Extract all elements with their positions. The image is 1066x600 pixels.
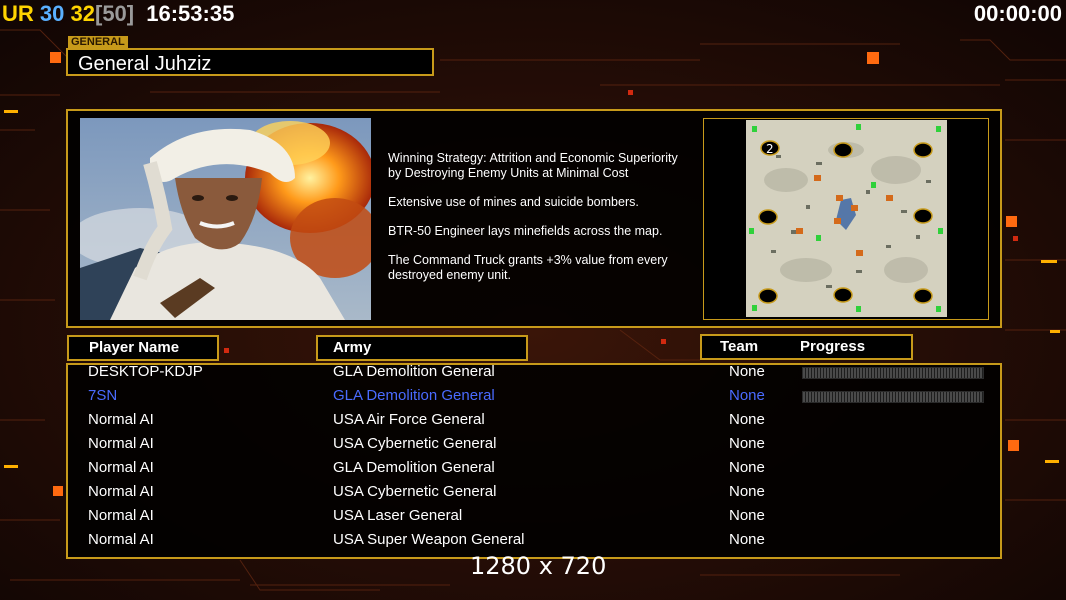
team-cell: None (729, 411, 765, 428)
fps-current: 30 (39, 1, 65, 26)
table-row[interactable]: DESKTOP-KDJP GLA Demolition General None (0, 363, 1066, 387)
description-line: BTR-50 Engineer lays minefields across t… (388, 224, 663, 238)
fps-limit: [50] (95, 1, 135, 26)
table-row[interactable]: Normal AI USA Cybernetic General None (0, 483, 1066, 507)
team-cell: None (729, 459, 765, 476)
player-name-cell: 7SN (88, 387, 118, 404)
progress-bar (802, 391, 984, 403)
column-header-army: Army (316, 335, 528, 361)
system-clock: 16:53:35 (146, 1, 235, 26)
table-row[interactable]: Normal AI USA Cybernetic General None (0, 435, 1066, 459)
team-cell: None (729, 435, 765, 452)
fps-readout: UR 30 32[50] 16:53:35 (2, 1, 234, 27)
progress-bar (802, 367, 984, 379)
column-header-team-progress: Team Progress (700, 334, 913, 360)
army-cell: GLA Demolition General (333, 459, 495, 476)
general-description: Winning Strategy: Attrition and Economic… (388, 151, 698, 297)
army-cell: USA Laser General (333, 507, 463, 524)
player-name-cell: Normal AI (88, 483, 154, 500)
army-cell: USA Cybernetic General (333, 483, 497, 500)
player-name-cell: Normal AI (88, 531, 154, 548)
description-line: Winning Strategy: Attrition and Economic… (388, 151, 678, 180)
general-portrait (80, 118, 371, 320)
player-name-cell: DESKTOP-KDJP (88, 363, 203, 380)
player-name-cell: Normal AI (88, 411, 154, 428)
table-row[interactable]: Normal AI USA Air Force General None (0, 411, 1066, 435)
army-cell: USA Air Force General (333, 411, 485, 428)
column-header-progress: Progress (800, 338, 866, 355)
table-row[interactable]: Normal AI USA Laser General None (0, 507, 1066, 531)
fps-average: 32 (70, 1, 95, 26)
ur-label: UR (2, 1, 34, 26)
team-cell: None (729, 507, 765, 524)
team-cell: None (729, 363, 765, 380)
army-cell: USA Cybernetic General (333, 435, 497, 452)
table-row[interactable]: Normal AI GLA Demolition General None (0, 459, 1066, 483)
description-line: The Command Truck grants +3% value from … (388, 253, 668, 282)
army-cell: GLA Demolition General (333, 387, 495, 404)
team-cell: None (729, 483, 765, 500)
column-header-player-name: Player Name (67, 335, 219, 361)
team-cell: None (729, 531, 765, 548)
map-player-marker: 2 (766, 142, 774, 156)
player-name-cell: Normal AI (88, 435, 154, 452)
resolution-label: 1280 x 720 (470, 552, 607, 580)
player-name-cell: Normal AI (88, 507, 154, 524)
table-row[interactable]: 7SN GLA Demolition General None (0, 387, 1066, 411)
general-tag: GENERAL (68, 36, 128, 48)
team-cell: None (729, 387, 765, 404)
army-cell: GLA Demolition General (333, 363, 495, 380)
army-cell: USA Super Weapon General (333, 531, 525, 548)
game-timer: 00:00:00 (973, 1, 1062, 26)
player-name-cell: Normal AI (88, 459, 154, 476)
general-name: General Juhziz (66, 48, 434, 76)
column-header-team: Team (720, 338, 759, 355)
map-preview[interactable]: 2 (746, 120, 947, 317)
description-line: Extensive use of mines and suicide bombe… (388, 195, 639, 209)
